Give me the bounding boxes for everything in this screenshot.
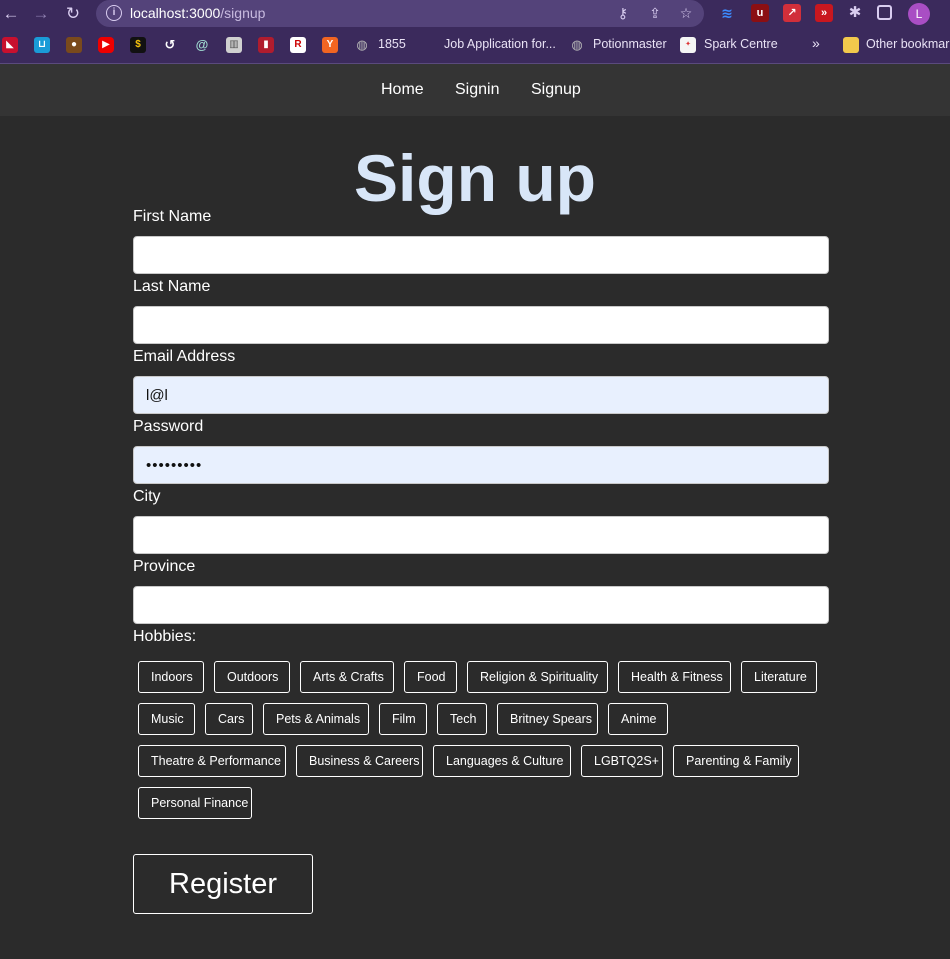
hobby-business-careers-button[interactable]: Business & Careers (296, 745, 423, 777)
profile-avatar[interactable]: L (908, 3, 930, 25)
side-panel-icon[interactable] (877, 5, 892, 20)
url-host: localhost:3000 (130, 5, 221, 21)
globe-icon[interactable]: ◍ (354, 37, 370, 53)
globe-icon[interactable]: ◍ (569, 37, 585, 53)
ublock-extension-icon[interactable]: u (751, 4, 769, 22)
browser-chrome: ← → ↻ i localhost:3000/signup ⚷ ⇪ ☆ ≋ u … (0, 0, 950, 64)
nav-signin-link[interactable]: Signin (455, 81, 499, 99)
youtube-icon[interactable]: ▶ (98, 37, 114, 53)
province-label: Province (133, 558, 196, 575)
share-icon[interactable]: ⇪ (646, 4, 664, 22)
wifi-extension-icon[interactable]: ≋ (718, 4, 736, 22)
book-icon[interactable]: ▥ (226, 37, 242, 53)
key-icon[interactable]: ⚷ (614, 4, 632, 22)
folder-icon[interactable] (843, 37, 859, 53)
bookmark-job-application[interactable]: Job Application for... (444, 37, 556, 51)
bookmark-1855[interactable]: 1855 (378, 37, 406, 51)
hobby-pets-animals-button[interactable]: Pets & Animals (263, 703, 369, 735)
bookmarks-bar: ◣ ⊔ ● ▶ $ ↺ @ ▥ ▮ R Y ◍ 1855 Job Applica… (0, 32, 950, 58)
hobby-arts-crafts-button[interactable]: Arts & Crafts (300, 661, 394, 693)
hobby-parenting-family-button[interactable]: Parenting & Family (673, 745, 799, 777)
star-bookmark-icon[interactable]: ☆ (677, 4, 695, 22)
city-label: City (133, 488, 161, 505)
first-name-input[interactable] (133, 236, 829, 274)
spark-icon[interactable]: ✦ (680, 37, 696, 53)
hobby-britney-spears-button[interactable]: Britney Spears (497, 703, 598, 735)
hobby-personal-finance-button[interactable]: Personal Finance (138, 787, 252, 819)
other-bookmarks[interactable]: Other bookmarks (866, 37, 950, 51)
hobby-health-fitness-button[interactable]: Health & Fitness (618, 661, 731, 693)
bookmark-potionmaster[interactable]: Potionmaster (593, 37, 667, 51)
page-title: Sign up (354, 141, 596, 215)
email-input[interactable] (133, 376, 829, 414)
hobby-literature-button[interactable]: Literature (741, 661, 817, 693)
bookmarks-overflow[interactable]: » (812, 35, 820, 51)
nav-signup-link[interactable]: Signup (531, 81, 581, 99)
bookmark-spark-centre[interactable]: Spark Centre (704, 37, 778, 51)
hobby-indoors-button[interactable]: Indoors (138, 661, 204, 693)
last-name-input[interactable] (133, 306, 829, 344)
url-path: /signup (220, 5, 266, 21)
browser-toolbar: ← → ↻ i localhost:3000/signup ⚷ ⇪ ☆ ≋ u … (0, 0, 950, 28)
nav-home-link[interactable]: Home (381, 81, 424, 99)
y-icon[interactable]: Y (322, 37, 338, 53)
hobby-theatre-performance-button[interactable]: Theatre & Performance (138, 745, 286, 777)
generic-bookmark-icon[interactable]: ◣ (2, 37, 18, 53)
hobby-film-button[interactable]: Film (379, 703, 427, 735)
register-button[interactable]: Register (133, 854, 313, 914)
hobby-music-button[interactable]: Music (138, 703, 195, 735)
hobby-cars-button[interactable]: Cars (205, 703, 253, 735)
back-arrow-icon[interactable]: ← (0, 3, 22, 25)
r-icon[interactable]: R (290, 37, 306, 53)
hobbies-label: Hobbies: (133, 628, 197, 645)
password-input[interactable] (133, 446, 829, 484)
hobby-food-button[interactable]: Food (404, 661, 457, 693)
reload-icon[interactable]: ↻ (62, 3, 84, 25)
address-url[interactable]: localhost:3000/signup (130, 5, 265, 21)
cookie-icon[interactable]: ● (66, 37, 82, 53)
hobby-lgbtq2s-button[interactable]: LGBTQ2S+ (581, 745, 663, 777)
site-info-icon[interactable]: i (106, 5, 122, 21)
password-label: Password (133, 418, 204, 435)
cart-icon[interactable]: ⊔ (34, 37, 50, 53)
red-book-icon[interactable]: ▮ (258, 37, 274, 53)
hobby-languages-culture-button[interactable]: Languages & Culture (433, 745, 571, 777)
swirl-icon[interactable]: ↺ (162, 37, 178, 53)
hobby-tech-button[interactable]: Tech (437, 703, 487, 735)
app-navbar: Home Signin Signup (0, 64, 950, 116)
hobby-outdoors-button[interactable]: Outdoors (214, 661, 290, 693)
fastforward-extension-icon[interactable]: » (815, 4, 833, 22)
hobby-anime-button[interactable]: Anime (608, 703, 668, 735)
first-name-label: First Name (133, 208, 212, 225)
link-extension-icon[interactable]: ↗ (783, 4, 801, 22)
last-name-label: Last Name (133, 278, 211, 295)
hobby-religion-spirituality-button[interactable]: Religion & Spirituality (467, 661, 608, 693)
address-bar[interactable]: i localhost:3000/signup ⚷ ⇪ ☆ (96, 0, 704, 27)
province-input[interactable] (133, 586, 829, 624)
dollar-icon[interactable]: $ (130, 37, 146, 53)
city-input[interactable] (133, 516, 829, 554)
puzzle-extensions-icon[interactable]: ✱ (846, 4, 864, 22)
forward-arrow-icon[interactable]: → (30, 3, 52, 25)
at-icon[interactable]: @ (194, 37, 210, 53)
email-label: Email Address (133, 348, 236, 365)
